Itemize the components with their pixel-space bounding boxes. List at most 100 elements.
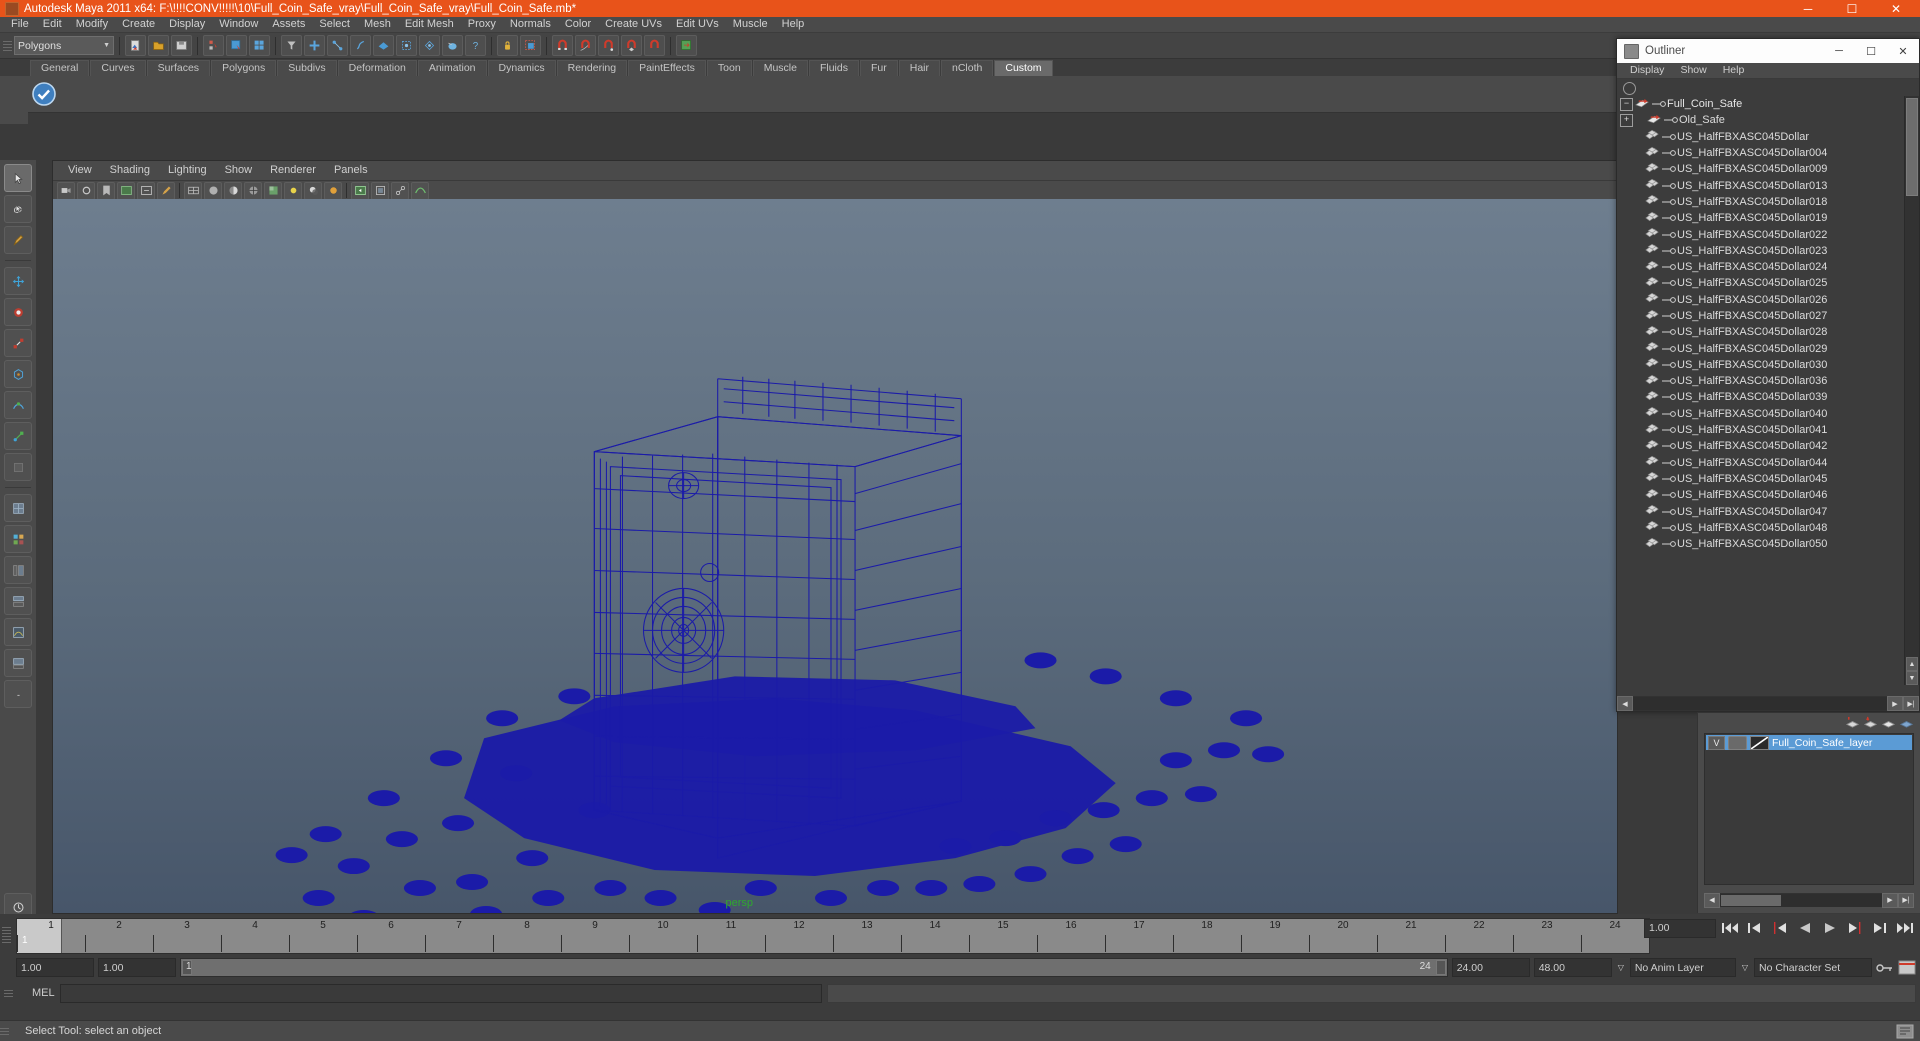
help-question-icon[interactable]: ? [465, 35, 486, 56]
outliner-item[interactable]: US_HalfFBXASC045Dollar048 [1617, 520, 1905, 536]
character-set-field[interactable]: No Character Set [1754, 958, 1872, 977]
auto-key-icon[interactable] [1876, 961, 1894, 975]
maximize-icon[interactable]: ☐ [1830, 0, 1874, 17]
shelf-tab-custom[interactable]: Custom [994, 60, 1053, 76]
outliner-item[interactable]: US_HalfFBXASC045Dollar027 [1617, 308, 1905, 324]
shelf-tab-fur[interactable]: Fur [859, 60, 898, 76]
layout-more-icon[interactable]: - [4, 680, 32, 708]
outliner-tree-list[interactable]: − Full_Coin_Safe + Old_Safe US_HalfFBXASC… [1617, 96, 1905, 685]
menu-item-modify[interactable]: Modify [69, 17, 115, 32]
layer-scroll-right-icon[interactable]: ▶ [1882, 892, 1898, 908]
layer-row[interactable]: V Full_Coin_Safe_layer [1706, 735, 1912, 750]
magnet-snap-curve-icon[interactable] [575, 35, 596, 56]
outliner-item[interactable]: US_HalfFBXASC045Dollar047 [1617, 503, 1905, 519]
shelf-tab-toon[interactable]: Toon [706, 60, 752, 76]
menu-item-proxy[interactable]: Proxy [461, 17, 503, 32]
layer-hscroll-track[interactable] [1720, 893, 1882, 907]
menu-item-display[interactable]: Display [162, 17, 212, 32]
menu-item-color[interactable]: Color [558, 17, 598, 32]
scroll-end-arrow-icon[interactable]: ▶| [1903, 696, 1919, 711]
play-backwards-icon[interactable] [1794, 918, 1816, 938]
outliner-horizontal-scrollbar[interactable]: ◀ ▶ ▶| [1617, 696, 1919, 711]
playback-speed-field[interactable]: 1.00 [1644, 918, 1716, 938]
outliner-item[interactable]: US_HalfFBXASC045Dollar044 [1617, 455, 1905, 471]
character-set-chevron-icon[interactable]: ▽ [1740, 963, 1750, 972]
viewport-menu-panels[interactable]: Panels [325, 161, 377, 180]
play-forwards-icon[interactable] [1819, 918, 1841, 938]
scroll-right-arrow-icon[interactable]: ▶ [1887, 696, 1903, 711]
shelf-tab-muscle[interactable]: Muscle [752, 60, 808, 76]
shelf-tab-curves[interactable]: Curves [90, 60, 146, 76]
new-scene-icon[interactable] [125, 35, 146, 56]
outliner-item[interactable]: US_HalfFBXASC045Dollar022 [1617, 226, 1905, 242]
outliner-item[interactable]: US_HalfFBXASC045Dollar041 [1617, 422, 1905, 438]
outliner-item[interactable]: US_HalfFBXASC045Dollar042 [1617, 438, 1905, 454]
layer-playback-toggle[interactable] [1728, 735, 1747, 750]
construction-plane-icon[interactable] [396, 35, 417, 56]
anim-start-field[interactable]: 1.00 [98, 958, 176, 977]
layer-scroll-end-icon[interactable]: ▶| [1898, 892, 1914, 908]
show-manipulator-icon[interactable] [4, 422, 32, 450]
outliner-menu-show[interactable]: Show [1672, 63, 1714, 78]
step-forward-frame-icon[interactable] [1869, 918, 1891, 938]
wireframe-on-shaded-icon[interactable] [244, 181, 262, 200]
outliner-item[interactable]: − Full_Coin_Safe [1617, 96, 1905, 112]
close-icon[interactable]: ✕ [1874, 0, 1918, 17]
outliner-expand-toggle[interactable]: + [1620, 113, 1633, 127]
shelf-button-checkmark[interactable] [30, 80, 58, 108]
outliner-item[interactable]: US_HalfFBXASC045Dollar045 [1617, 471, 1905, 487]
menu-item-create[interactable]: Create [115, 17, 162, 32]
range-right-handle[interactable] [1435, 960, 1446, 975]
select-object-icon[interactable] [226, 35, 247, 56]
move-tool-icon[interactable] [4, 267, 32, 295]
shelf-tab-rendering[interactable]: Rendering [556, 60, 628, 76]
anim-layer-chevron-icon[interactable]: ▽ [1616, 963, 1626, 972]
layer-list[interactable]: V Full_Coin_Safe_layer [1704, 733, 1914, 885]
render-globals-icon[interactable] [442, 35, 463, 56]
soft-modification-icon[interactable] [4, 391, 32, 419]
shelf-tab-animation[interactable]: Animation [417, 60, 487, 76]
high-quality-render-icon[interactable] [324, 181, 342, 200]
layout-outliner-persp-icon[interactable] [4, 556, 32, 584]
new-layer-icon[interactable] [1845, 716, 1860, 729]
outliner-hscroll-track[interactable] [1633, 697, 1887, 710]
menu-item-edit-mesh[interactable]: Edit Mesh [398, 17, 461, 32]
viewport-menu-lighting[interactable]: Lighting [159, 161, 216, 180]
viewport-menu-show[interactable]: Show [216, 161, 262, 180]
outliner-minimize-icon[interactable]: ─ [1823, 39, 1855, 63]
snap-point-icon[interactable] [350, 35, 371, 56]
anim-end-field[interactable]: 48.00 [1533, 958, 1612, 977]
outliner-item[interactable]: US_HalfFBXASC045Dollar030 [1617, 357, 1905, 373]
magnet-snap-grid-icon[interactable] [552, 35, 573, 56]
universal-manipulator-icon[interactable] [4, 360, 32, 388]
smooth-shade-all-icon[interactable] [204, 181, 222, 200]
animation-preferences-icon[interactable] [1898, 960, 1916, 975]
step-back-frame-icon[interactable] [1744, 918, 1766, 938]
make-live-icon[interactable] [419, 35, 440, 56]
step-forward-key-icon[interactable] [1844, 918, 1866, 938]
outliner-item[interactable]: US_HalfFBXASC045Dollar028 [1617, 324, 1905, 340]
lasso-tool-icon[interactable] [4, 195, 32, 223]
layout-single-icon[interactable] [4, 494, 32, 522]
menu-item-mesh[interactable]: Mesh [357, 17, 398, 32]
smooth-mesh-preview-icon[interactable] [411, 181, 429, 200]
outliner-item[interactable]: US_HalfFBXASC045Dollar039 [1617, 389, 1905, 405]
outliner-item[interactable]: US_HalfFBXASC045Dollar036 [1617, 373, 1905, 389]
hardware-texturing-icon[interactable] [264, 181, 282, 200]
help-line-icon[interactable] [1896, 1024, 1914, 1039]
snap-grid-icon[interactable] [304, 35, 325, 56]
xray-icon[interactable] [371, 181, 389, 200]
outliner-vertical-scrollbar[interactable]: ▲ ▼ [1904, 96, 1919, 685]
outliner-item[interactable]: US_HalfFBXASC045Dollar029 [1617, 340, 1905, 356]
wireframe-shading-icon[interactable] [184, 181, 202, 200]
layout-persp-outliner-icon[interactable] [4, 649, 32, 677]
toolbar-grip[interactable] [3, 37, 12, 55]
shelf-tab-dynamics[interactable]: Dynamics [487, 60, 556, 76]
filter-icon[interactable] [281, 35, 302, 56]
anim-layer-field[interactable]: No Anim Layer [1629, 958, 1736, 977]
outliner-maximize-icon[interactable]: ☐ [1855, 39, 1887, 63]
viewport-3d-canvas[interactable]: y x z persp [53, 199, 1617, 913]
layer-visibility-toggle[interactable]: V [1708, 735, 1725, 750]
outliner-item[interactable]: US_HalfFBXASC045Dollar046 [1617, 487, 1905, 503]
menu-item-muscle[interactable]: Muscle [726, 17, 775, 32]
